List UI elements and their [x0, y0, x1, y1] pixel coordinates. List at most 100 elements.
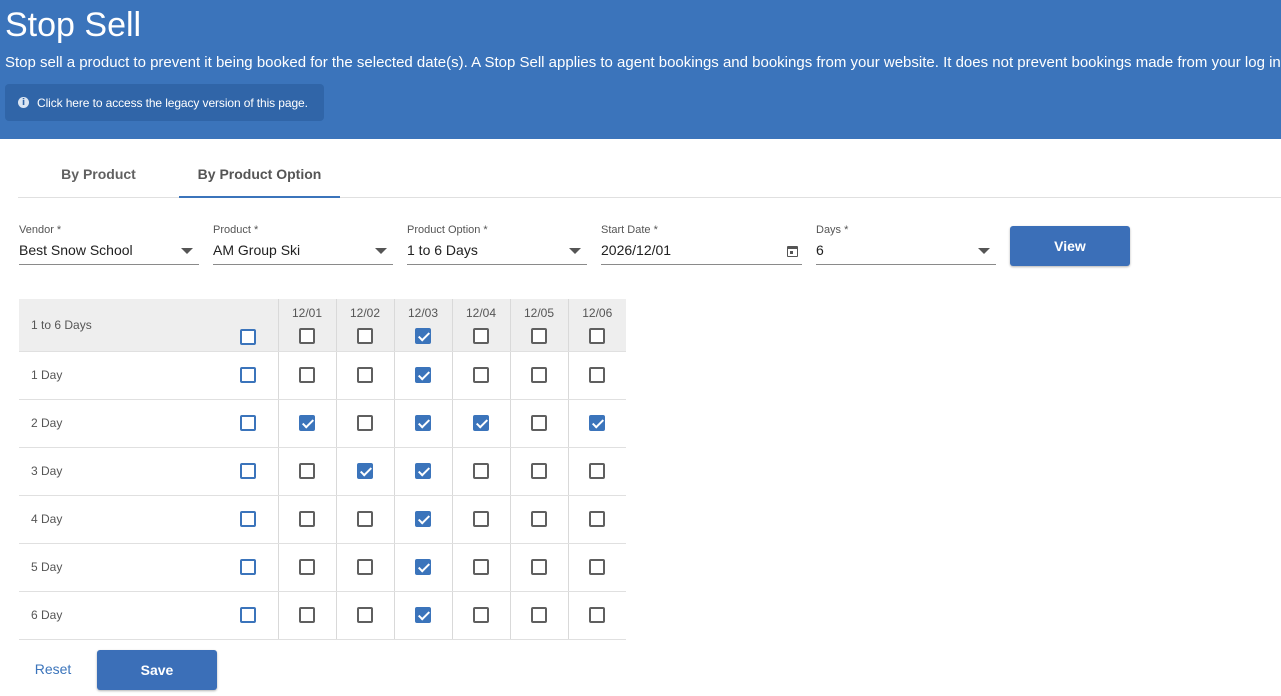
stop-sell-checkbox[interactable] [299, 462, 315, 479]
stop-sell-checkbox[interactable] [415, 558, 431, 575]
page-header: Stop Sell Stop sell a product to prevent… [0, 0, 1281, 139]
days-value: 6 [816, 242, 824, 258]
row-select-checkbox[interactable] [240, 558, 257, 575]
stop-sell-checkbox[interactable] [415, 414, 431, 431]
start-date-label: Start Date * [601, 224, 658, 236]
legacy-version-label: Click here to access the legacy version … [37, 95, 308, 110]
stop-sell-checkbox[interactable] [415, 366, 431, 383]
stop-sell-checkbox[interactable] [357, 366, 373, 383]
table-row: 1 Day [19, 351, 626, 400]
stop-sell-checkbox[interactable] [299, 366, 315, 383]
vendor-label: Vendor * [19, 224, 62, 236]
chevron-down-icon [375, 248, 387, 254]
stop-sell-checkbox[interactable] [531, 414, 547, 431]
date-column-checkbox[interactable] [299, 327, 315, 344]
tab-by-product[interactable]: By Product [18, 150, 179, 197]
table-row: 4 Day [19, 495, 626, 544]
row-select-checkbox[interactable] [240, 606, 257, 623]
grid-header-label: 1 to 6 Days [19, 299, 219, 352]
date-header: 12/04 [465, 306, 497, 320]
row-select-checkbox[interactable] [240, 366, 257, 383]
date-header: 12/06 [582, 306, 613, 320]
select-all-checkbox[interactable] [240, 329, 257, 346]
product-select[interactable]: Product * AM Group Ski [213, 224, 393, 265]
stop-sell-checkbox[interactable] [589, 366, 606, 383]
stop-sell-checkbox[interactable] [357, 606, 373, 623]
row-label: 5 Day [19, 543, 219, 592]
stop-sell-checkbox[interactable] [473, 510, 489, 527]
stop-sell-checkbox[interactable] [299, 414, 315, 431]
table-row: 5 Day [19, 543, 626, 592]
grid-header-row: 1 to 6 Days 12/01 12/02 12/03 12/04 12/0… [19, 299, 626, 352]
stop-sell-checkbox[interactable] [299, 558, 315, 575]
stop-sell-checkbox[interactable] [415, 606, 431, 623]
chevron-down-icon [978, 248, 990, 254]
stop-sell-checkbox[interactable] [473, 606, 489, 623]
product-value: AM Group Ski [213, 242, 301, 258]
date-column-checkbox[interactable] [531, 327, 547, 344]
page-title: Stop Sell [5, 6, 142, 44]
days-select[interactable]: Days * 6 [816, 224, 996, 265]
reset-button[interactable]: Reset [22, 650, 84, 688]
stop-sell-checkbox[interactable] [589, 558, 606, 575]
tab-by-product-option[interactable]: By Product Option [179, 150, 340, 198]
row-select-checkbox[interactable] [240, 414, 257, 431]
row-label: 4 Day [19, 495, 219, 544]
stop-sell-checkbox[interactable] [531, 558, 547, 575]
view-button[interactable]: View [1010, 226, 1130, 266]
stop-sell-checkbox[interactable] [531, 366, 547, 383]
info-icon: i [18, 97, 29, 108]
stop-sell-checkbox[interactable] [357, 558, 373, 575]
stop-sell-checkbox[interactable] [589, 462, 606, 479]
stop-sell-checkbox[interactable] [299, 606, 315, 623]
date-column-checkbox[interactable] [357, 327, 373, 344]
vendor-select[interactable]: Vendor * Best Snow School [19, 224, 199, 265]
date-column-checkbox[interactable] [589, 327, 606, 344]
stop-sell-grid: 1 to 6 Days 12/01 12/02 12/03 12/04 12/0… [19, 299, 626, 640]
days-label: Days * [816, 224, 849, 236]
stop-sell-checkbox[interactable] [473, 366, 489, 383]
stop-sell-checkbox[interactable] [473, 558, 489, 575]
product-option-select[interactable]: Product Option * 1 to 6 Days [407, 224, 587, 265]
row-label: 6 Day [19, 591, 219, 640]
stop-sell-checkbox[interactable] [299, 510, 315, 527]
table-row: 2 Day [19, 399, 626, 448]
stop-sell-checkbox[interactable] [357, 414, 373, 431]
stop-sell-checkbox[interactable] [473, 414, 489, 431]
stop-sell-checkbox[interactable] [531, 606, 547, 623]
stop-sell-checkbox[interactable] [531, 510, 547, 527]
tab-bar: By Product By Product Option [18, 150, 1281, 198]
table-row: 3 Day [19, 447, 626, 496]
stop-sell-checkbox[interactable] [589, 414, 606, 431]
date-column-checkbox[interactable] [415, 327, 431, 344]
product-option-value: 1 to 6 Days [407, 242, 478, 258]
chevron-down-icon [569, 248, 581, 254]
stop-sell-checkbox[interactable] [415, 462, 431, 479]
row-label: 2 Day [19, 399, 219, 448]
stop-sell-checkbox[interactable] [357, 510, 373, 527]
table-row: 6 Day [19, 591, 626, 640]
vendor-value: Best Snow School [19, 242, 133, 258]
stop-sell-checkbox[interactable] [589, 510, 606, 527]
row-label: 3 Day [19, 447, 219, 496]
stop-sell-checkbox[interactable] [473, 462, 489, 479]
page-description: Stop sell a product to prevent it being … [5, 54, 1281, 71]
grid-body: 1 Day 2 Day 3 Day 4 Day 5 Day 6 Day [19, 351, 626, 640]
legacy-version-button[interactable]: i Click here to access the legacy versio… [5, 84, 324, 121]
row-select-checkbox[interactable] [240, 510, 257, 527]
stop-sell-checkbox[interactable] [531, 462, 547, 479]
product-option-label: Product Option * [407, 224, 488, 236]
date-column-checkbox[interactable] [473, 327, 489, 344]
date-header: 12/02 [349, 306, 381, 320]
row-select-checkbox[interactable] [240, 462, 257, 479]
stop-sell-checkbox[interactable] [589, 606, 606, 623]
save-button[interactable]: Save [97, 650, 217, 690]
start-date-field[interactable]: Start Date * 2026/12/01 [601, 224, 802, 265]
date-header: 12/05 [523, 306, 555, 320]
stop-sell-checkbox[interactable] [415, 510, 431, 527]
calendar-icon[interactable] [787, 246, 798, 257]
chevron-down-icon [181, 248, 193, 254]
date-header: 12/03 [407, 306, 439, 320]
start-date-value: 2026/12/01 [601, 242, 672, 258]
stop-sell-checkbox[interactable] [357, 462, 373, 479]
